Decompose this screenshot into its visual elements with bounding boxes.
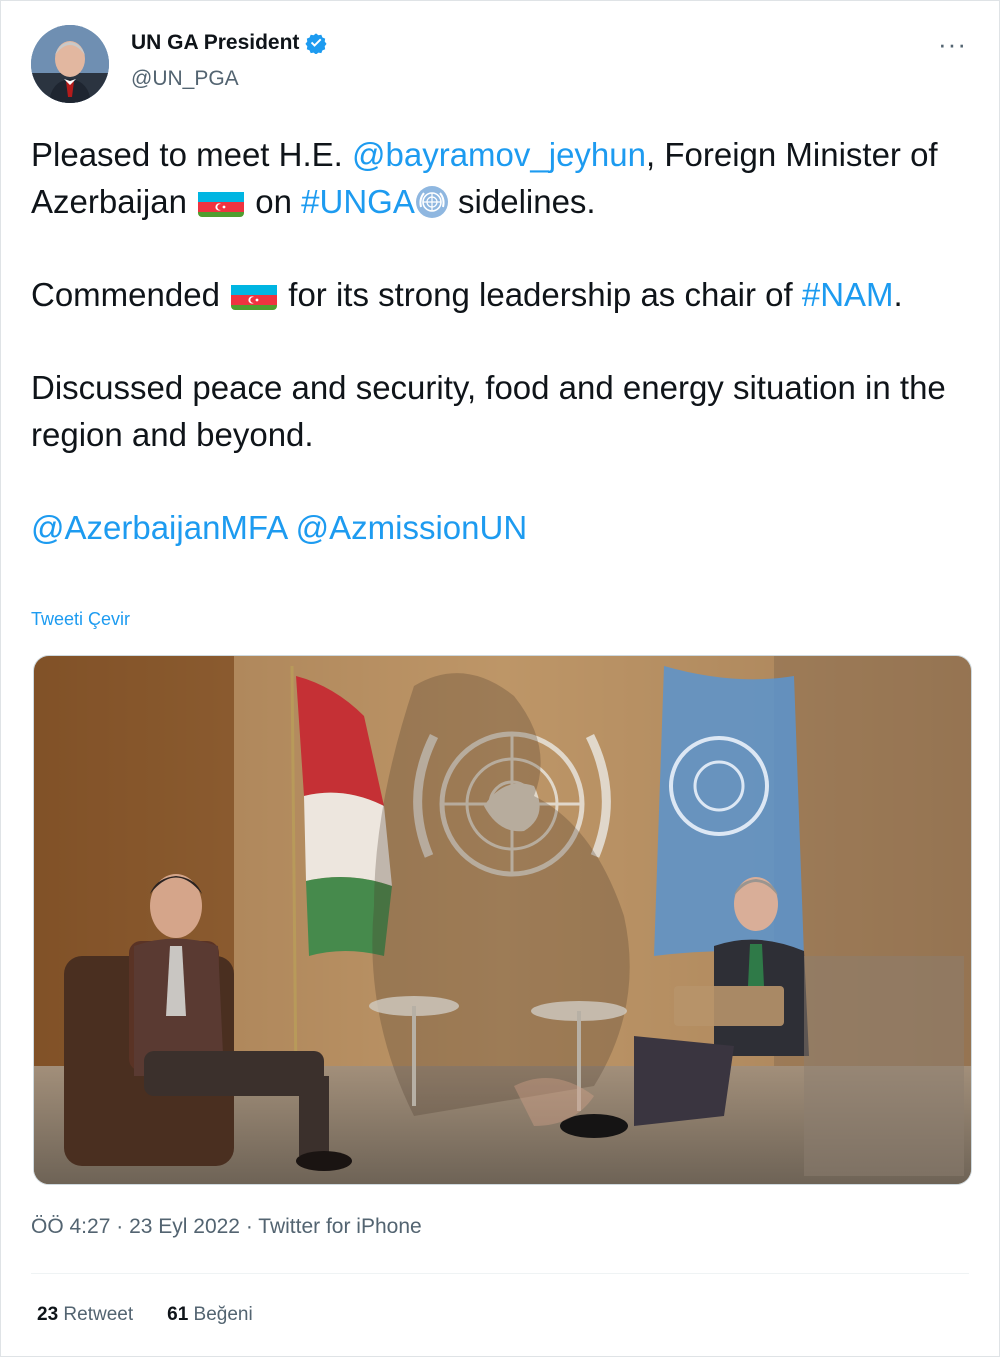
user-handle[interactable]: @UN_PGA: [131, 67, 239, 91]
text-segment: Commended: [31, 276, 230, 313]
tweet-time[interactable]: ÖÖ 4:27: [31, 1215, 110, 1238]
text-segment: Pleased to meet H.E.: [31, 136, 352, 173]
mention-link[interactable]: @bayramov_jeyhun: [352, 136, 646, 173]
user-name-row[interactable]: UN GA President: [131, 31, 327, 55]
text-segment: .: [893, 276, 903, 313]
un-emblem-icon: [415, 184, 449, 218]
retweet-label: Retweet: [63, 1304, 134, 1325]
verified-badge-icon: [305, 33, 327, 54]
avatar[interactable]: [31, 25, 109, 103]
likes-label: Beğeni: [193, 1304, 253, 1325]
likes-stat[interactable]: 61 Beğeni: [167, 1304, 253, 1326]
tweet-paragraph-3: Discussed peace and security, food and e…: [31, 369, 946, 453]
tweet-paragraph-4: @AzerbaijanMFA @AzmissionUN: [31, 504, 961, 551]
tweet-paragraph-1: Pleased to meet H.E. @bayramov_jeyhun, F…: [31, 131, 961, 225]
azerbaijan-flag-icon: [198, 187, 245, 217]
retweet-stat[interactable]: 23 Retweet: [37, 1304, 133, 1326]
translate-tweet-link[interactable]: Tweeti Çevir: [31, 609, 130, 630]
text-segment: for its strong leadership as chair of: [279, 276, 802, 313]
mention-link[interactable]: @AzerbaijanMFA: [31, 509, 286, 546]
retweet-count: 23: [37, 1304, 59, 1325]
more-options-icon[interactable]: ···: [938, 29, 967, 60]
divider: [31, 1273, 969, 1274]
mention-link[interactable]: @AzmissionUN: [296, 509, 528, 546]
tweet-stats: 23 Retweet 61 Beğeni: [37, 1304, 253, 1326]
tweet-card: UN GA President @UN_PGA ··· Pleased to m…: [0, 0, 1000, 1357]
tweet-text: Pleased to meet H.E. @bayramov_jeyhun, F…: [31, 131, 961, 597]
display-name[interactable]: UN GA President: [131, 31, 299, 55]
tweet-date[interactable]: 23 Eyl 2022: [129, 1215, 240, 1238]
likes-count: 61: [167, 1304, 189, 1325]
hashtag-link[interactable]: #NAM: [802, 276, 894, 313]
tweet-source[interactable]: Twitter for iPhone: [258, 1215, 421, 1238]
hashtag-link[interactable]: #UNGA: [301, 183, 415, 220]
tweet-meta: ÖÖ 4:27 · 23 Eyl 2022 · Twitter for iPho…: [31, 1215, 422, 1238]
tweet-paragraph-2: Commended for its strong leadership as c…: [31, 271, 961, 318]
text-segment: on: [246, 183, 302, 220]
text-segment: sidelines.: [448, 183, 596, 220]
azerbaijan-flag-icon: [231, 280, 278, 310]
tweet-photo[interactable]: [33, 655, 972, 1185]
